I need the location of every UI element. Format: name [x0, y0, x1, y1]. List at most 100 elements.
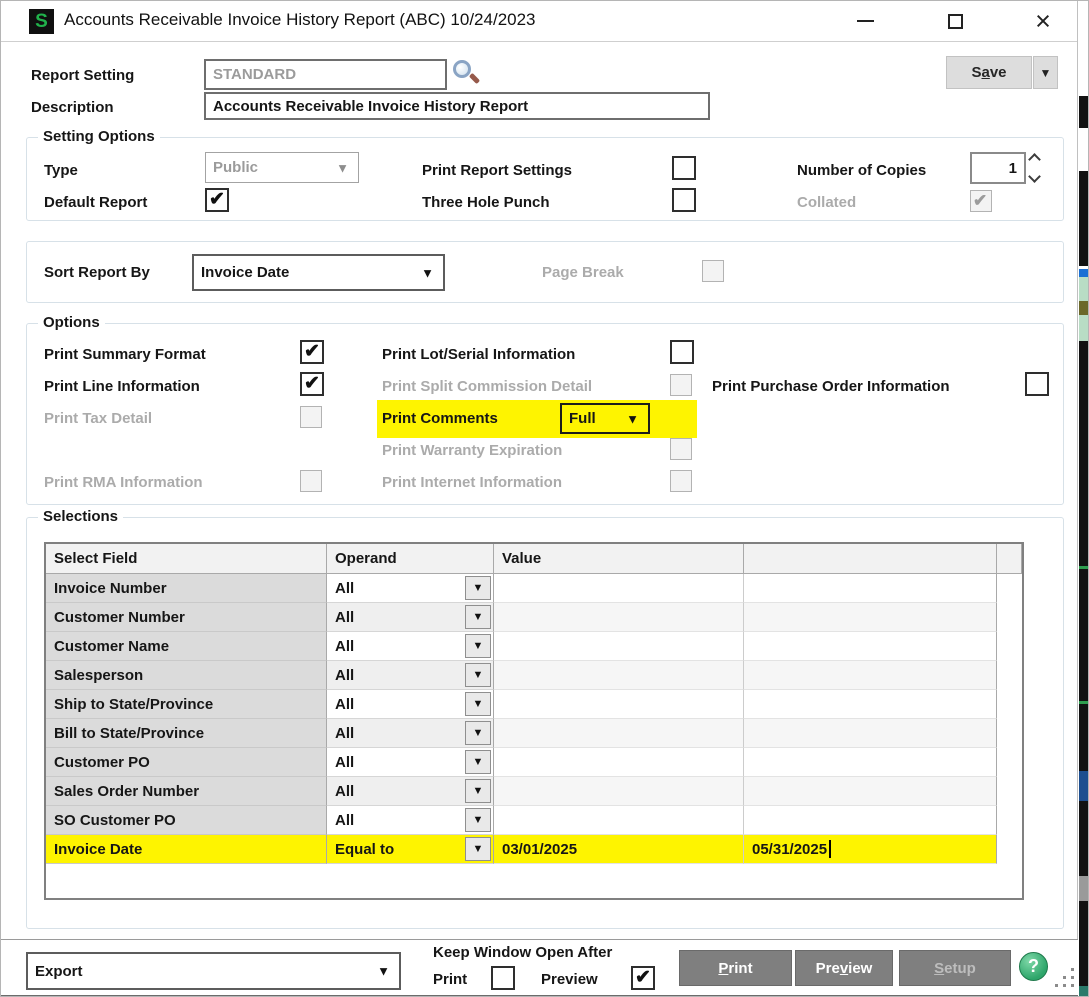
value2-cell[interactable] — [744, 690, 997, 719]
operand-select[interactable]: All▼ — [327, 748, 494, 777]
print-comments-select[interactable]: Full▼ — [560, 403, 650, 434]
save-dropdown-button[interactable]: ▼ — [1033, 56, 1058, 89]
value2-cell[interactable] — [744, 661, 997, 690]
three-hole-punch-checkbox[interactable] — [672, 188, 696, 212]
maximize-button[interactable] — [929, 1, 981, 41]
close-button[interactable]: × — [1017, 1, 1069, 41]
number-of-copies-label: Number of Copies — [797, 162, 926, 179]
print-purchase-order-checkbox[interactable] — [1025, 372, 1049, 396]
row-field-cell: Salesperson — [46, 661, 327, 690]
value-cell[interactable] — [494, 777, 744, 806]
chevron-down-icon[interactable]: ▼ — [465, 692, 491, 716]
value2-cell[interactable] — [744, 777, 997, 806]
value-cell[interactable] — [494, 632, 744, 661]
value2-cell[interactable] — [744, 719, 997, 748]
column-header-value: Value — [494, 544, 744, 574]
print-line-information-checkbox[interactable] — [300, 372, 324, 396]
help-button[interactable]: ? — [1019, 952, 1048, 981]
value2-cell[interactable] — [744, 603, 997, 632]
operand-select[interactable]: Equal to▼ — [327, 835, 494, 864]
operand-select[interactable]: All▼ — [327, 777, 494, 806]
print-tax-detail-checkbox — [300, 406, 322, 428]
options-group: Options Print Summary Format Print Lot/S… — [26, 323, 1064, 505]
print-rma-information-label: Print RMA Information — [44, 474, 203, 491]
number-of-copies-input[interactable]: 1 — [970, 152, 1026, 184]
column-header-end — [997, 544, 1022, 574]
question-mark-icon: ? — [1028, 956, 1039, 977]
value-cell[interactable] — [494, 748, 744, 777]
end-cell — [997, 661, 1022, 690]
footer-bar: Export▼ Keep Window Open After Print Pre… — [1, 939, 1078, 997]
operand-select[interactable]: All▼ — [327, 690, 494, 719]
chevron-down-icon[interactable]: ▼ — [465, 721, 491, 745]
value-cell[interactable] — [494, 661, 744, 690]
default-report-label: Default Report — [44, 194, 147, 211]
keep-open-preview-checkbox[interactable] — [631, 966, 655, 990]
chevron-down-icon[interactable]: ▼ — [465, 663, 491, 687]
setup-button: Setup — [899, 950, 1011, 986]
dialog-surface: S Accounts Receivable Invoice History Re… — [1, 1, 1078, 997]
value2-cell[interactable] — [744, 748, 997, 777]
operand-select[interactable]: All▼ — [327, 603, 494, 632]
value2-cell[interactable] — [744, 574, 997, 603]
copies-spinner[interactable] — [1030, 152, 1039, 184]
value-cell[interactable] — [494, 719, 744, 748]
description-input[interactable]: Accounts Receivable Invoice History Repo… — [204, 92, 710, 120]
operand-select[interactable]: All▼ — [327, 632, 494, 661]
operand-select[interactable]: All▼ — [327, 806, 494, 835]
value2-cell[interactable] — [744, 806, 997, 835]
magnifier-handle-icon — [469, 73, 480, 84]
print-split-commission-checkbox — [670, 374, 692, 396]
type-select: Public▼ — [205, 152, 359, 183]
chevron-down-icon[interactable]: ▼ — [465, 750, 491, 774]
print-lot-serial-label: Print Lot/Serial Information — [382, 346, 575, 363]
value2-cell[interactable] — [744, 632, 997, 661]
resize-grip[interactable] — [1055, 968, 1077, 990]
report-setting-input[interactable]: STANDARD — [204, 59, 447, 90]
value-cell[interactable] — [494, 690, 744, 719]
report-setting-label: Report Setting — [31, 67, 134, 84]
column-header-extra — [744, 544, 997, 574]
value-cell[interactable]: 03/01/2025 — [494, 835, 744, 864]
value-cell[interactable] — [494, 574, 744, 603]
app-icon: S — [29, 9, 54, 34]
export-select[interactable]: Export▼ — [26, 952, 401, 990]
table-row: Sales Order Number All▼ — [46, 777, 1022, 806]
end-cell — [997, 748, 1022, 777]
chevron-down-icon: ▼ — [1040, 66, 1052, 80]
default-report-checkbox[interactable] — [205, 188, 229, 212]
chevron-down-icon: ▼ — [626, 411, 639, 426]
value-cell[interactable] — [494, 806, 744, 835]
value2-cell-editing[interactable]: 05/31/2025 — [744, 835, 997, 864]
chevron-down-icon: ▼ — [336, 160, 349, 175]
collated-label: Collated — [797, 194, 856, 211]
save-button[interactable]: Save — [946, 56, 1032, 89]
page-break-checkbox — [702, 260, 724, 282]
print-lot-serial-checkbox[interactable] — [670, 340, 694, 364]
lookup-button[interactable] — [453, 60, 481, 88]
preview-button[interactable]: Preview — [795, 950, 893, 986]
end-cell — [997, 777, 1022, 806]
chevron-down-icon[interactable]: ▼ — [465, 634, 491, 658]
selections-table: Select Field Operand Value Invoice Numbe… — [44, 542, 1024, 900]
minimize-button[interactable] — [839, 1, 891, 41]
title-bar: S Accounts Receivable Invoice History Re… — [1, 1, 1077, 42]
chevron-down-icon[interactable]: ▼ — [465, 605, 491, 629]
window-title: Accounts Receivable Invoice History Repo… — [64, 10, 536, 30]
keep-open-print-checkbox[interactable] — [491, 966, 515, 990]
text-caret — [829, 840, 831, 858]
value-cell[interactable] — [494, 603, 744, 632]
operand-select[interactable]: All▼ — [327, 719, 494, 748]
selections-title: Selections — [38, 508, 123, 525]
chevron-down-icon[interactable]: ▼ — [465, 779, 491, 803]
chevron-down-icon[interactable]: ▼ — [465, 576, 491, 600]
operand-select[interactable]: All▼ — [327, 574, 494, 603]
print-button[interactable]: Print — [679, 950, 792, 986]
chevron-down-icon[interactable]: ▼ — [465, 837, 491, 861]
operand-select[interactable]: All▼ — [327, 661, 494, 690]
print-summary-format-checkbox[interactable] — [300, 340, 324, 364]
sort-report-by-select[interactable]: Invoice Date▼ — [192, 254, 445, 291]
print-report-settings-checkbox[interactable] — [672, 156, 696, 180]
chevron-down-icon: ▼ — [421, 265, 434, 280]
chevron-down-icon[interactable]: ▼ — [465, 808, 491, 832]
